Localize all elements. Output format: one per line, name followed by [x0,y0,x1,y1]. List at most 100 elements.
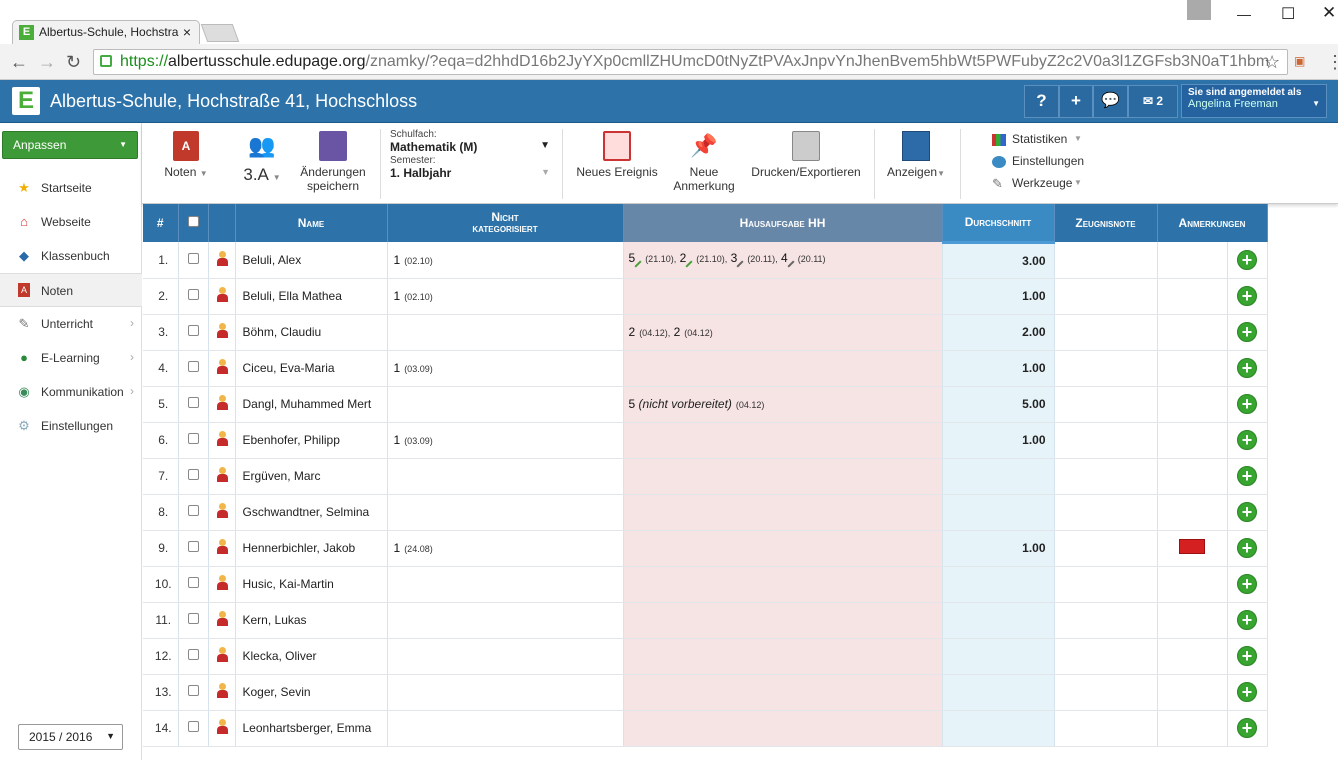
student-name[interactable]: Husic, Kai-Martin [235,566,388,603]
chat-icon[interactable]: 💬 [1093,85,1128,118]
remarks-cell[interactable] [1157,350,1228,387]
sidebar-item-kommunikation[interactable]: ◉ Kommunikation › [0,375,142,409]
report-grade-cell[interactable] [1054,386,1158,423]
close-window-icon[interactable]: ✕ [1322,3,1336,23]
uncategorized-cell[interactable] [387,494,624,531]
student-icon-cell[interactable] [208,638,236,675]
customize-button[interactable]: Anpassen ▼ [2,131,138,159]
row-select[interactable] [178,566,209,603]
col-select-all[interactable] [178,204,209,242]
homework-cell[interactable]: 5 (nicht vorbereitet) (04.12) [623,386,943,423]
save-changes-button[interactable]: Änderungen speichern [298,131,368,193]
add-grade-button[interactable]: + [1237,646,1257,666]
remarks-cell[interactable] [1157,530,1228,567]
remarks-cell[interactable] [1157,494,1228,531]
uncategorized-cell[interactable] [387,710,624,747]
student-icon-cell[interactable] [208,278,236,315]
student-name[interactable]: Kern, Lukas [235,602,388,639]
student-icon[interactable] [216,431,228,446]
add-cell[interactable]: + [1227,602,1268,639]
add-grade-button[interactable]: + [1237,574,1257,594]
report-grade-cell[interactable] [1054,710,1158,747]
student-icon-cell[interactable] [208,386,236,423]
col-name[interactable]: Name [235,204,388,242]
report-grade-cell[interactable] [1054,458,1158,495]
view-button[interactable]: Anzeigen▼ [884,131,948,179]
maximize-icon[interactable]: ☐ [1281,4,1295,24]
uncategorized-cell[interactable] [387,638,624,675]
add-cell[interactable]: + [1227,566,1268,603]
add-grade-button[interactable]: + [1237,538,1257,558]
bookmark-star-icon[interactable]: ☆ [1264,52,1280,73]
add-grade-button[interactable]: + [1237,682,1257,702]
student-name[interactable]: Böhm, Claudiu [235,314,388,351]
uncategorized-cell[interactable] [387,602,624,639]
col-uncategorized[interactable]: Nicht kategorisiert [387,204,624,242]
add-button[interactable]: + [1059,85,1093,118]
add-cell[interactable]: + [1227,530,1268,567]
student-name[interactable]: Ergüven, Marc [235,458,388,495]
row-checkbox[interactable] [187,721,199,732]
add-grade-button[interactable]: + [1237,394,1257,414]
homework-cell[interactable] [623,350,943,387]
grade-value[interactable]: 1 [394,361,401,375]
reload-icon[interactable]: ↻ [66,52,81,73]
add-cell[interactable]: + [1227,638,1268,675]
homework-cell[interactable] [623,602,943,639]
homework-cell[interactable] [623,458,943,495]
grade-value[interactable]: 5 [629,397,636,411]
uncategorized-cell[interactable] [387,566,624,603]
row-select[interactable] [178,494,209,531]
row-checkbox[interactable] [187,361,199,372]
add-cell[interactable]: + [1227,422,1268,459]
row-checkbox[interactable] [187,505,199,516]
row-checkbox[interactable] [187,289,199,300]
select-all-checkbox[interactable] [187,216,199,227]
add-grade-button[interactable]: + [1237,286,1257,306]
new-event-button[interactable]: Neues Ereignis [574,131,660,179]
homework-cell[interactable]: 2 (04.12), 2 (04.12) [623,314,943,351]
grade-value[interactable]: 2 [674,325,681,339]
row-checkbox[interactable] [187,469,199,480]
browser-tab[interactable]: E Albertus-Schule, Hochstra × [12,20,200,44]
uncategorized-cell[interactable]: 1 (02.10) [387,278,624,315]
student-name[interactable]: Beluli, Alex [235,242,388,279]
student-name[interactable]: Koger, Sevin [235,674,388,711]
homework-cell[interactable] [623,566,943,603]
uncategorized-cell[interactable]: 1 (02.10) [387,242,624,279]
student-icon-cell[interactable] [208,602,236,639]
help-button[interactable]: ? [1024,85,1059,118]
report-grade-cell[interactable] [1054,530,1158,567]
sidebar-item-webseite[interactable]: ⌂ Webseite [0,205,142,239]
uncategorized-cell[interactable] [387,674,624,711]
homework-cell[interactable] [623,674,943,711]
grade-value[interactable]: 5 [629,251,636,265]
minimize-icon[interactable]: — [1237,6,1251,22]
remarks-cell[interactable] [1157,674,1228,711]
student-icon[interactable] [216,359,228,374]
add-cell[interactable]: + [1227,674,1268,711]
report-grade-cell[interactable] [1054,314,1158,351]
report-grade-cell[interactable] [1054,674,1158,711]
student-icon-cell[interactable] [208,494,236,531]
uncategorized-cell[interactable] [387,458,624,495]
row-select[interactable] [178,638,209,675]
remarks-cell[interactable] [1157,278,1228,315]
remarks-cell[interactable] [1157,566,1228,603]
add-cell[interactable]: + [1227,278,1268,315]
messages-button[interactable]: ✉ 2 [1128,85,1178,118]
row-select[interactable] [178,278,209,315]
student-icon-cell[interactable] [208,530,236,567]
student-name[interactable]: Klecka, Oliver [235,638,388,675]
student-icon[interactable] [216,287,228,302]
row-select[interactable] [178,674,209,711]
row-select[interactable] [178,242,209,279]
row-select[interactable] [178,530,209,567]
uncategorized-cell[interactable] [387,386,624,423]
class-select-button[interactable]: 👥 3.A ▼ [236,131,288,185]
student-icon[interactable] [216,503,228,518]
student-icon-cell[interactable] [208,242,236,279]
row-select[interactable] [178,458,209,495]
extension-icon[interactable]: ▣ [1294,54,1305,68]
student-icon[interactable] [216,539,228,554]
